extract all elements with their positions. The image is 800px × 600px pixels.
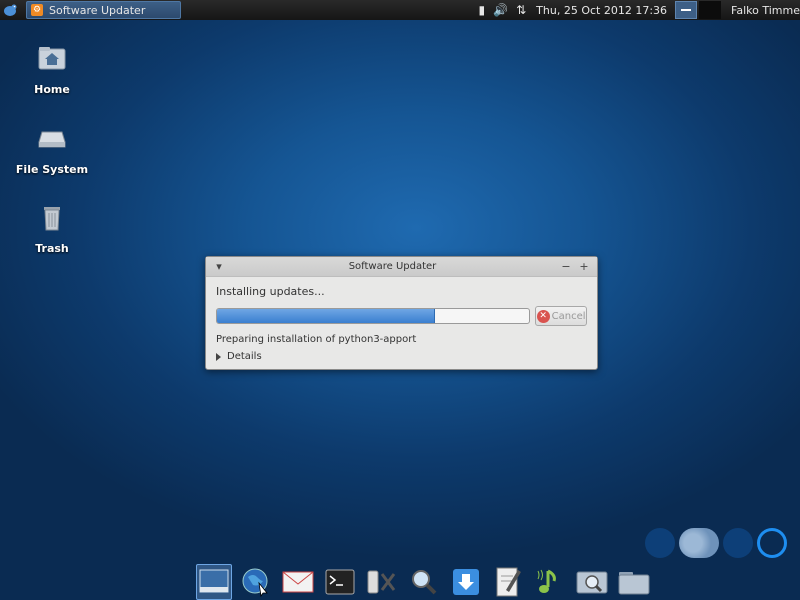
workspace-2[interactable]: [679, 528, 719, 558]
desktop-icon-label: Home: [34, 83, 70, 96]
trash-icon: [44, 207, 60, 231]
expander-arrow-icon: [216, 352, 221, 361]
dock-settings[interactable]: [364, 564, 400, 600]
taskbar-window-label: Software Updater: [49, 3, 146, 17]
system-tray: ▮ 🔊 ⇅: [479, 3, 527, 17]
details-label: Details: [227, 351, 262, 362]
show-desktop-button[interactable]: [675, 1, 698, 19]
maximize-icon[interactable]: +: [579, 260, 589, 273]
web-browser-icon: [242, 568, 268, 597]
image-viewer-icon: [576, 571, 608, 594]
download-icon: [453, 569, 479, 595]
dock-web-browser[interactable]: [238, 564, 274, 600]
volume-icon[interactable]: 🔊: [493, 3, 508, 17]
dock-search[interactable]: [406, 564, 442, 600]
software-updater-icon: ⚙: [31, 4, 43, 16]
desktop-icon-label: Trash: [35, 242, 69, 255]
dock-desktop[interactable]: [196, 564, 232, 600]
desktop-icon-home[interactable]: Home: [12, 42, 92, 96]
desktop-icon-label: File System: [15, 163, 89, 176]
workspace-4[interactable]: [757, 528, 787, 558]
desktop-icon-trash[interactable]: Trash: [12, 201, 92, 255]
dock-download[interactable]: [448, 564, 484, 600]
battery-icon[interactable]: ▮: [479, 3, 486, 17]
dock-file-manager[interactable]: [616, 564, 652, 600]
cancel-label: Cancel: [551, 310, 586, 322]
mail-icon: [282, 571, 314, 593]
progress-fill: [217, 309, 436, 323]
xfce-mouse-icon: [4, 4, 17, 16]
workspace-indicator: [645, 528, 791, 558]
top-panel: ⚙ Software Updater ▮ 🔊 ⇅ Thu, 25 Oct 201…: [0, 0, 800, 20]
user-menu[interactable]: Falko Timme: [731, 4, 800, 17]
text-editor-icon: [496, 567, 521, 597]
drive-icon: [38, 131, 66, 148]
progress-bar: [216, 308, 531, 324]
dock-music-player[interactable]: [532, 564, 568, 600]
dock: [196, 563, 652, 600]
dialog-heading: Installing updates...: [216, 285, 325, 298]
music-player-icon: [537, 569, 556, 593]
dock-text-editor[interactable]: [490, 564, 526, 600]
workspace-1[interactable]: [645, 528, 675, 558]
cancel-button[interactable]: ✕ Cancel: [535, 306, 587, 326]
settings-icon: [367, 570, 396, 594]
details-expander[interactable]: Details: [216, 351, 587, 362]
dialog-titlebar[interactable]: ▾ Software Updater − +: [206, 257, 597, 277]
workspace-3[interactable]: [723, 528, 753, 558]
desktop-icon-file-system[interactable]: File System: [12, 122, 92, 176]
desktop-icon: [199, 569, 229, 593]
network-icon[interactable]: ⇅: [516, 3, 526, 17]
terminal-icon: [325, 569, 355, 595]
applications-menu-button[interactable]: [0, 0, 20, 20]
window-menu-icon[interactable]: ▾: [214, 260, 224, 273]
status-text: Preparing installation of python3-apport: [216, 334, 417, 345]
clock[interactable]: Thu, 25 Oct 2012 17:36: [536, 4, 667, 17]
cancel-icon: ✕: [536, 309, 550, 323]
dock-image-viewer[interactable]: [574, 564, 610, 600]
taskbar-window-button[interactable]: ⚙ Software Updater: [26, 1, 181, 19]
dock-terminal[interactable]: [322, 564, 358, 600]
home-folder-icon: [38, 47, 66, 70]
search-icon: [412, 570, 437, 595]
file-manager-icon: [618, 572, 650, 595]
dock-mail[interactable]: [280, 564, 316, 600]
software-updater-dialog: ▾ Software Updater − + Installing update…: [205, 256, 598, 370]
minimize-icon[interactable]: −: [561, 260, 571, 273]
workspace-switcher[interactable]: [699, 1, 722, 19]
dialog-title: Software Updater: [348, 261, 437, 272]
